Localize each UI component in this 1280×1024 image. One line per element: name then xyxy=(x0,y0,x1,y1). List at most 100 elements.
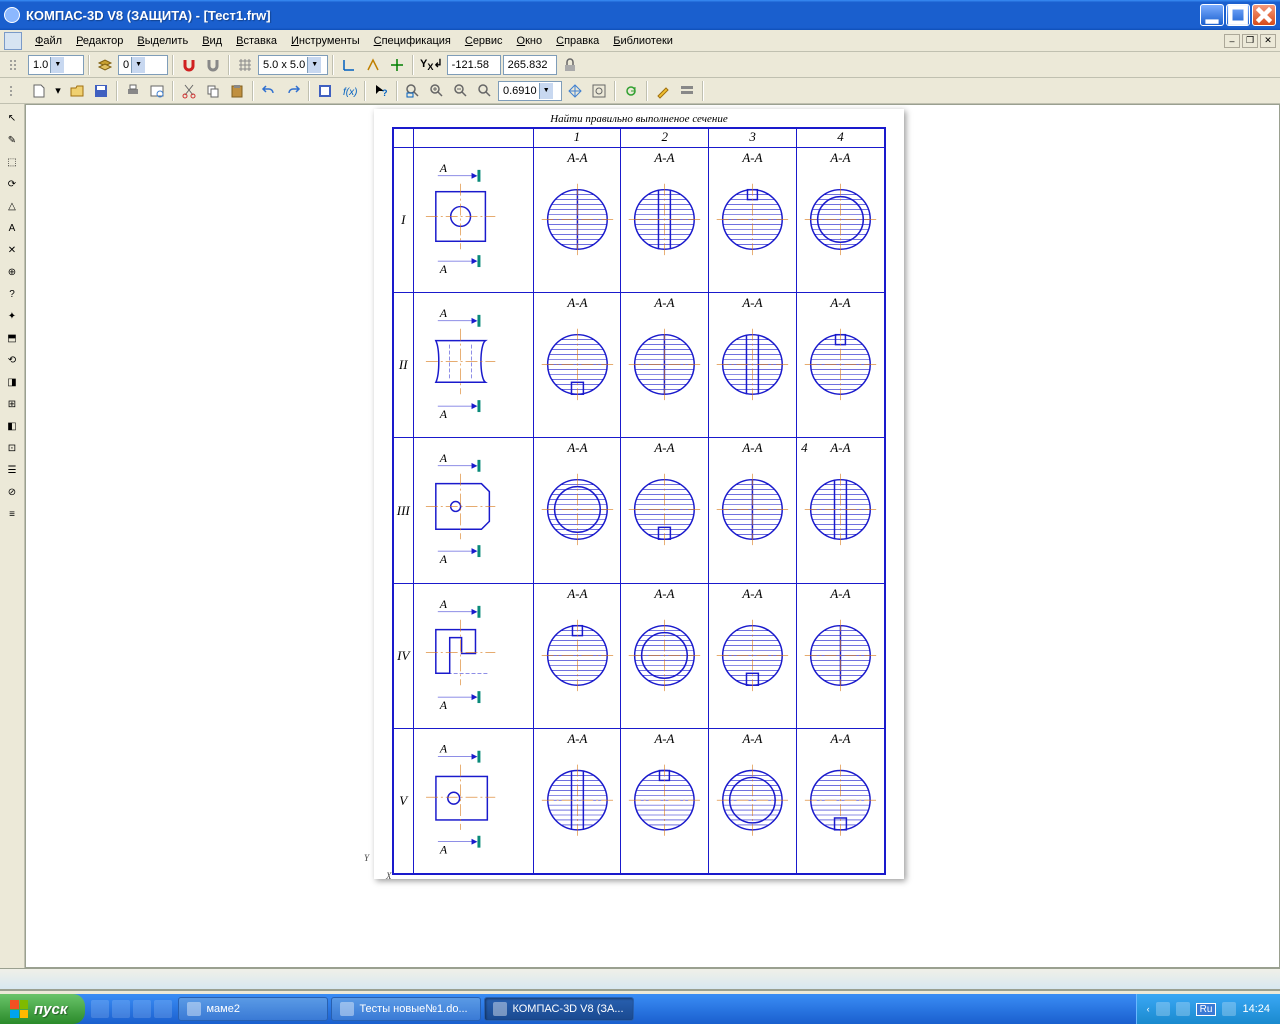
clock[interactable]: 14:24 xyxy=(1242,1003,1270,1015)
ql-icon[interactable] xyxy=(133,1000,151,1018)
print-icon[interactable] xyxy=(122,80,144,102)
pan-icon[interactable] xyxy=(564,80,586,102)
ortho-icon[interactable] xyxy=(338,54,360,76)
paste-icon[interactable] xyxy=(226,80,248,102)
taskbar-item[interactable]: КОМПАС-3D V8 (ЗА... xyxy=(484,997,634,1021)
side-tool-16[interactable]: ☰ xyxy=(2,460,22,480)
scale-value: 1.0 xyxy=(33,59,48,71)
side-tool-17[interactable]: ⊘ xyxy=(2,482,22,502)
refresh-icon[interactable] xyxy=(620,80,642,102)
grip-icon[interactable] xyxy=(4,80,26,102)
zoom-fit-icon[interactable] xyxy=(588,80,610,102)
mdi-minimize[interactable]: – xyxy=(1224,34,1240,48)
minimize-button[interactable] xyxy=(1200,4,1224,26)
mdi-restore[interactable]: ❐ xyxy=(1242,34,1258,48)
save-icon[interactable] xyxy=(90,80,112,102)
redo-icon[interactable] xyxy=(282,80,304,102)
side-tool-5[interactable]: A xyxy=(2,218,22,238)
copy-icon[interactable] xyxy=(202,80,224,102)
tray-icon[interactable] xyxy=(1222,1002,1236,1016)
menu-вид[interactable]: Вид xyxy=(195,33,229,49)
variables-icon[interactable]: f(x) xyxy=(338,80,360,102)
side-tool-6[interactable]: ✕ xyxy=(2,240,22,260)
ql-icon[interactable] xyxy=(112,1000,130,1018)
menu-спецификация[interactable]: Спецификация xyxy=(367,33,458,49)
side-tool-2[interactable]: ⬚ xyxy=(2,152,22,172)
side-tool-10[interactable]: ⬒ xyxy=(2,328,22,348)
tray-icon[interactable] xyxy=(1156,1002,1170,1016)
side-tool-3[interactable]: ⟳ xyxy=(2,174,22,194)
axis-y-label: Y xyxy=(364,853,369,863)
side-tool-7[interactable]: ⊕ xyxy=(2,262,22,282)
side-tool-15[interactable]: ⊡ xyxy=(2,438,22,458)
grid-icon[interactable] xyxy=(234,54,256,76)
menu-сервис[interactable]: Сервис xyxy=(458,33,510,49)
edit-style-icon[interactable] xyxy=(652,80,674,102)
ql-icon[interactable] xyxy=(91,1000,109,1018)
tray-chevron-icon[interactable]: ‹ xyxy=(1147,1004,1150,1014)
local-cs-icon[interactable] xyxy=(362,54,384,76)
task-icon xyxy=(187,1002,201,1016)
language-indicator[interactable]: Ru xyxy=(1196,1003,1217,1016)
drawing-page: Найти правильно выполненое сечение 1234 … xyxy=(374,109,904,879)
toolbar-settings-icon[interactable] xyxy=(676,80,698,102)
menu-окно[interactable]: Окно xyxy=(510,33,550,49)
side-tool-13[interactable]: ⊞ xyxy=(2,394,22,414)
ql-icon[interactable] xyxy=(154,1000,172,1018)
preview-icon[interactable] xyxy=(146,80,168,102)
zoom-out-icon[interactable] xyxy=(450,80,472,102)
svg-text:А-А: А-А xyxy=(566,732,587,746)
menu-вставка[interactable]: Вставка xyxy=(229,33,284,49)
maximize-button[interactable] xyxy=(1226,4,1250,26)
layers-icon[interactable] xyxy=(94,54,116,76)
dropdown-arrow-icon[interactable]: ▾ xyxy=(52,80,64,102)
side-tool-4[interactable]: △ xyxy=(2,196,22,216)
side-tool-9[interactable]: ✦ xyxy=(2,306,22,326)
snap-icon[interactable] xyxy=(386,54,408,76)
grip-icon[interactable] xyxy=(4,54,26,76)
cut-icon[interactable] xyxy=(178,80,200,102)
menu-редактор[interactable]: Редактор xyxy=(69,33,130,49)
svg-text:А-А: А-А xyxy=(566,296,587,310)
side-tool-14[interactable]: ◧ xyxy=(2,416,22,436)
help-pointer-icon[interactable]: ? xyxy=(370,80,392,102)
grid-step-combo[interactable]: 5.0 x 5.0▼ xyxy=(258,55,328,75)
canvas[interactable]: Найти правильно выполненое сечение 1234 … xyxy=(25,104,1280,968)
mdi-controls: – ❐ ✕ xyxy=(1224,34,1276,48)
scale-combo[interactable]: 1.0▼ xyxy=(28,55,84,75)
taskbar-item[interactable]: маме2 xyxy=(178,997,328,1021)
taskbar-item[interactable]: Тесты новые№1.do... xyxy=(331,997,481,1021)
mdi-close[interactable]: ✕ xyxy=(1260,34,1276,48)
magnet-red-icon[interactable] xyxy=(178,54,200,76)
menu-файл[interactable]: Файл xyxy=(28,33,69,49)
undo-icon[interactable] xyxy=(258,80,280,102)
side-tool-0[interactable]: ↖ xyxy=(2,108,22,128)
magnet-grey-icon[interactable] xyxy=(202,54,224,76)
zoom-window-icon[interactable] xyxy=(402,80,424,102)
coord-lock-icon[interactable] xyxy=(559,54,581,76)
side-tool-18[interactable]: ≡ xyxy=(2,504,22,524)
coord-x-field[interactable]: -121.58 xyxy=(447,55,501,75)
side-tool-8[interactable]: ? xyxy=(2,284,22,304)
menu-инструменты[interactable]: Инструменты xyxy=(284,33,367,49)
menu-выделить[interactable]: Выделить xyxy=(130,33,195,49)
new-doc-icon[interactable] xyxy=(28,80,50,102)
open-icon[interactable] xyxy=(66,80,88,102)
zoom-scale-icon[interactable] xyxy=(474,80,496,102)
coord-y-field[interactable]: 265.832 xyxy=(503,55,557,75)
layer-combo[interactable]: 0▼ xyxy=(118,55,168,75)
properties-icon[interactable] xyxy=(314,80,336,102)
section-cell: А-А xyxy=(533,293,621,438)
menu-библиотеки[interactable]: Библиотеки xyxy=(606,33,680,49)
side-tool-1[interactable]: ✎ xyxy=(2,130,22,150)
menu-справка[interactable]: Справка xyxy=(549,33,606,49)
property-bar[interactable] xyxy=(0,968,1280,990)
source-cell: АА xyxy=(413,293,533,438)
close-button[interactable] xyxy=(1252,4,1276,26)
side-tool-12[interactable]: ◨ xyxy=(2,372,22,392)
tray-icon[interactable] xyxy=(1176,1002,1190,1016)
zoom-combo[interactable]: 0.6910▼ xyxy=(498,81,562,101)
zoom-in-icon[interactable] xyxy=(426,80,448,102)
start-button[interactable]: пуск xyxy=(0,994,85,1024)
side-tool-11[interactable]: ⟲ xyxy=(2,350,22,370)
